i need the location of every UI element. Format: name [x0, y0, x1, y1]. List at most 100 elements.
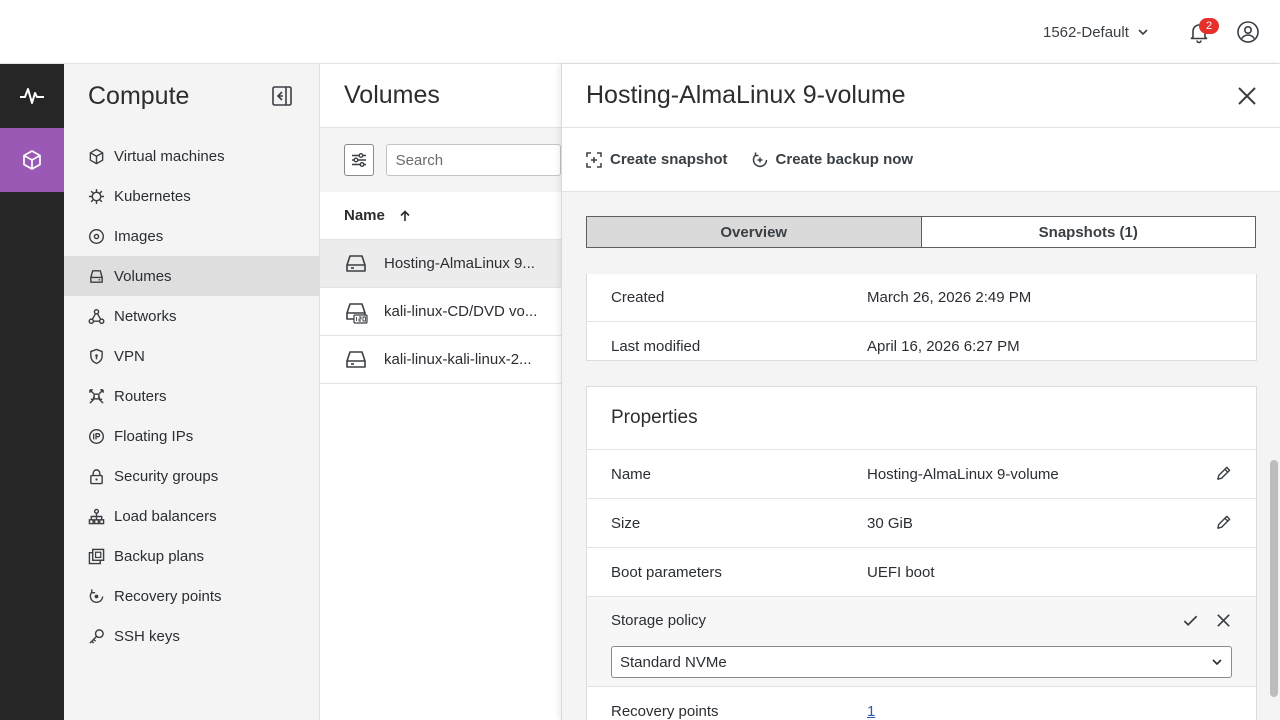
sidebar-item-label: VPN	[114, 347, 145, 365]
volume-name: Hosting-AlmaLinux 9...	[384, 255, 535, 272]
sidebar-item-label: Load balancers	[114, 507, 217, 525]
boot-parameters-row: Boot parameters UEFI boot	[587, 548, 1256, 597]
sidebar-item-floating-ips[interactable]: Floating IPs	[64, 416, 319, 456]
user-menu-button[interactable]	[1236, 20, 1260, 44]
volume-name: kali-linux-kali-linux-2...	[384, 351, 532, 368]
table-row[interactable]: Hosting-AlmaLinux 9...	[320, 240, 561, 288]
action-label: Create backup now	[775, 151, 914, 168]
modified-label: Last modified	[611, 338, 701, 355]
sliders-icon	[351, 153, 366, 167]
sidebar-item-routers[interactable]: Routers	[64, 376, 319, 416]
sidebar-item-images[interactable]: Images	[64, 216, 319, 256]
recovery-points-link[interactable]: 1	[867, 703, 875, 720]
backup-add-icon	[752, 152, 767, 167]
sidebar-item-security-groups[interactable]: Security groups	[64, 456, 319, 496]
cube-icon	[89, 148, 104, 164]
globe-ip-icon	[88, 428, 105, 444]
sidebar-item-label: Routers	[114, 387, 167, 405]
close-icon[interactable]	[1236, 85, 1258, 107]
boot-label: Boot parameters	[611, 563, 722, 581]
chevron-down-icon	[1138, 29, 1148, 36]
create-snapshot-button[interactable]: Create snapshot	[586, 151, 728, 168]
rail-monitoring-button[interactable]	[0, 64, 64, 128]
tab-overview[interactable]: Overview	[586, 216, 922, 248]
top-bar: 1562-Default 2	[0, 0, 1280, 64]
network-icon	[88, 308, 105, 324]
compute-sidebar: Compute Virtual machines Kubernetes Imag…	[64, 64, 320, 720]
project-name: 1562-Default	[1043, 23, 1129, 41]
sidebar-item-label: Floating IPs	[114, 427, 194, 445]
modified-value: April 16, 2026 6:27 PM	[867, 338, 1020, 355]
sidebar-item-networks[interactable]: Networks	[64, 296, 319, 336]
volumes-list-pane: Volumes Search Name Hosting-AlmaLinux 9.…	[320, 64, 561, 720]
sidebar-item-kubernetes[interactable]: Kubernetes	[64, 176, 319, 216]
sidebar-item-label: Recovery points	[114, 587, 222, 605]
search-input[interactable]: Search	[385, 144, 561, 176]
size-label: Size	[611, 514, 641, 532]
detail-tabs: Overview Snapshots (1)	[586, 216, 1256, 248]
general-info-card: Created March 26, 2026 2:49 PM Last modi…	[586, 274, 1257, 361]
column-label: Name	[344, 207, 385, 224]
sidebar-item-virtual-machines[interactable]: Virtual machines	[64, 136, 319, 176]
key-icon	[89, 628, 104, 644]
sidebar-item-label: Volumes	[114, 267, 172, 285]
sidebar-item-label: SSH keys	[114, 627, 180, 645]
pencil-icon[interactable]	[1215, 514, 1232, 531]
storage-policy-row: Storage policy Standard NVMe	[587, 597, 1256, 687]
create-backup-button[interactable]: Create backup now	[752, 151, 914, 168]
hard-drive-icon	[346, 254, 366, 272]
close-icon[interactable]	[1215, 612, 1232, 629]
sort-arrow-up-icon	[400, 209, 410, 221]
user-circle-icon	[1237, 21, 1259, 43]
table-row[interactable]: kali-linux-kali-linux-2...	[320, 336, 561, 384]
lock-icon	[90, 468, 103, 484]
name-column-header[interactable]: Name	[320, 192, 561, 240]
created-row: Created March 26, 2026 2:49 PM	[587, 274, 1256, 322]
name-row: Name Hosting-AlmaLinux 9-volume	[587, 450, 1256, 499]
sidebar-item-label: Security groups	[114, 467, 219, 485]
hard-drive-icon	[90, 269, 103, 283]
sidebar-item-volumes[interactable]: Volumes	[64, 256, 319, 296]
size-value: 30 GiB	[867, 514, 913, 532]
recovery-points-row: Recovery points 1	[587, 687, 1256, 720]
sidebar-item-label: Backup plans	[114, 547, 205, 565]
sidebar-item-load-balancers[interactable]: Load balancers	[64, 496, 319, 536]
sidebar-item-vpn[interactable]: VPN	[64, 336, 319, 376]
sidebar-item-ssh-keys[interactable]: SSH keys	[64, 616, 319, 656]
detail-content: Created March 26, 2026 2:49 PM Last modi…	[562, 274, 1280, 720]
storage-label: Storage policy	[611, 612, 707, 629]
app-rail	[0, 64, 64, 720]
collapse-sidebar-icon[interactable]	[271, 85, 293, 107]
sidebar-item-label: Networks	[114, 307, 177, 325]
sidebar-item-backup-plans[interactable]: Backup plans	[64, 536, 319, 576]
filter-button[interactable]	[344, 144, 374, 176]
name-label: Name	[611, 465, 652, 483]
cube-icon	[23, 150, 41, 170]
sidebar-item-label: Images	[114, 227, 164, 245]
storage-policy-select[interactable]: Standard NVMe	[611, 646, 1232, 678]
action-label: Create snapshot	[610, 151, 728, 168]
rail-compute-button[interactable]	[0, 128, 64, 192]
project-selector[interactable]: 1562-Default	[1043, 22, 1149, 42]
panel-title: Hosting-AlmaLinux 9-volume	[586, 81, 906, 109]
volume-detail-panel: Hosting-AlmaLinux 9-volume Create snapsh…	[561, 64, 1280, 720]
pencil-icon[interactable]	[1215, 465, 1232, 482]
properties-card: Properties Name Hosting-AlmaLinux 9-volu…	[586, 386, 1257, 720]
page-title: Volumes	[320, 64, 561, 128]
properties-title: Properties	[587, 387, 1256, 450]
checkmark-icon[interactable]	[1182, 612, 1199, 629]
volume-name: kali-linux-CD/DVD vo...	[384, 303, 538, 320]
sidebar-item-label: Virtual machines	[114, 147, 225, 165]
panel-scrollbar[interactable]	[1270, 460, 1278, 697]
size-row: Size 30 GiB	[587, 499, 1256, 548]
created-label: Created	[611, 289, 665, 306]
iso-drive-icon	[346, 302, 368, 324]
boot-value: UEFI boot	[867, 563, 935, 581]
backup-copy-icon	[88, 548, 105, 564]
chevron-down-icon	[1212, 659, 1222, 666]
sidebar-item-recovery-points[interactable]: Recovery points	[64, 576, 319, 616]
tab-snapshots[interactable]: Snapshots (1)	[921, 216, 1256, 248]
pulse-icon	[20, 88, 44, 104]
sidebar-item-label: Kubernetes	[114, 187, 191, 205]
table-row[interactable]: kali-linux-CD/DVD vo...	[320, 288, 561, 336]
